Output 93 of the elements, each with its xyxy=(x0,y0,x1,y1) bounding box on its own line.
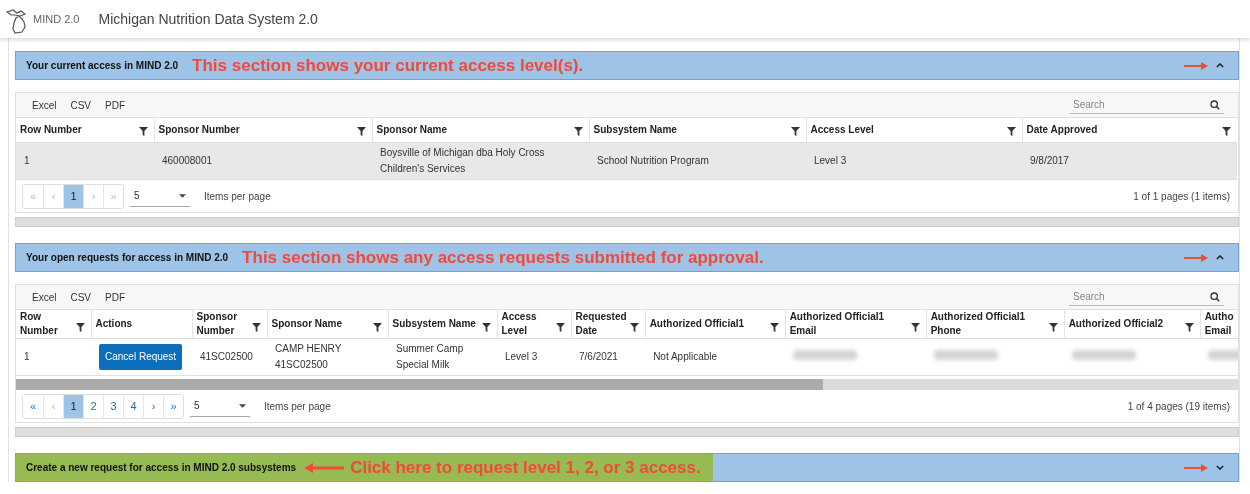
table-cell: 9/8/2017 xyxy=(1030,155,1069,166)
export-button[interactable]: Excel xyxy=(26,97,63,113)
column-header[interactable]: Sponsor Number xyxy=(154,118,372,143)
filter-icon[interactable] xyxy=(1006,127,1016,136)
search-icon xyxy=(1210,292,1220,302)
items-per-page-label: Items per page xyxy=(264,400,331,412)
column-header[interactable]: Authorized Official1 Email xyxy=(785,310,927,339)
table-cell: 1 xyxy=(24,351,30,362)
column-header[interactable]: Date Approved xyxy=(1022,118,1237,143)
page-size-dropdown[interactable]: 5 xyxy=(130,185,190,207)
column-header[interactable]: Sponsor Number xyxy=(192,310,267,339)
search-field[interactable]: Search xyxy=(1069,288,1224,306)
column-header[interactable]: Sponsor Name xyxy=(267,310,388,339)
filter-icon[interactable] xyxy=(910,323,920,332)
table-cell: 460008001 xyxy=(162,155,213,166)
cancel-request-button[interactable]: Cancel Request xyxy=(99,344,183,370)
right-arrow-icon xyxy=(1184,463,1208,472)
annotation-text: This section shows any access requests submitted for approval. xyxy=(242,247,764,268)
chevron-down-icon[interactable] xyxy=(1216,465,1224,470)
app-title: Michigan Nutrition Data System 2.0 xyxy=(98,11,318,27)
chevron-up-icon[interactable] xyxy=(1216,63,1224,68)
export-button[interactable]: Excel xyxy=(26,289,63,305)
annotation-text: This section shows your current access level(s). xyxy=(192,55,584,76)
panel-title: Create a new request for access in MIND 2.0 subsystems xyxy=(26,462,297,473)
filter-icon[interactable] xyxy=(1048,323,1058,332)
column-header[interactable]: Subsystem Name xyxy=(589,118,806,143)
export-button[interactable]: CSV xyxy=(64,289,97,305)
caret-icon xyxy=(239,403,246,408)
column-header[interactable]: Autho Email xyxy=(1200,310,1238,339)
filter-icon[interactable] xyxy=(555,323,565,332)
column-header[interactable]: Row Number xyxy=(16,310,91,339)
table-row[interactable]: 1 Cancel Request 41SC02500 CAMP HENRY 41SC02500 Summer Camp Special Milk Level 3 7/6/2021 Not Applicable xyxy=(16,338,1238,376)
filter-icon[interactable] xyxy=(573,127,583,136)
column-header[interactable]: Actions xyxy=(91,310,192,339)
filter-icon[interactable] xyxy=(138,127,148,136)
page-size-dropdown[interactable]: 5 xyxy=(190,395,250,417)
right-arrow-icon xyxy=(1184,253,1208,262)
export-button[interactable]: PDF xyxy=(99,289,131,305)
search-icon xyxy=(1210,100,1220,110)
pager-summary: 1 of 4 pages (19 items) xyxy=(1127,400,1230,412)
last-page-button[interactable]: » xyxy=(163,394,183,418)
left-arrow-icon xyxy=(304,462,345,473)
filter-icon[interactable] xyxy=(356,127,366,136)
table-cell: 1 xyxy=(24,155,30,166)
caret-icon xyxy=(179,193,186,198)
pager-summary: 1 of 1 pages (1 items) xyxy=(1133,190,1230,202)
table-row[interactable]: 1 460008001 Boysville of Michigan dba Holy Cross Children's Services School Nutrition Program Level 3 9/8/2017 xyxy=(16,142,1237,180)
table-cell: Not Applicable xyxy=(653,351,718,362)
right-arrow-icon xyxy=(1184,61,1208,70)
column-header[interactable]: Authorized Official2 xyxy=(1064,310,1201,339)
items-per-page-label: Items per page xyxy=(204,190,271,202)
column-header[interactable]: Authorized Official1 xyxy=(645,310,786,339)
panel-header[interactable]: Your open requests for access in MIND 2.0 This section shows any access requests submitted for approval. xyxy=(15,243,1239,272)
table-cell: CAMP HENRY 41SC02500 xyxy=(275,343,342,370)
redacted-text xyxy=(934,350,999,360)
table-cell: Level 3 xyxy=(505,351,538,362)
search-field[interactable]: Search xyxy=(1069,96,1224,114)
table-cell: Summer Camp Special Milk xyxy=(396,343,464,370)
filter-icon[interactable] xyxy=(1222,127,1231,136)
filter-icon[interactable] xyxy=(1184,323,1194,332)
filter-icon[interactable] xyxy=(251,323,261,332)
logo-text[interactable]: MIND 2.0 xyxy=(33,13,80,25)
filter-icon[interactable] xyxy=(629,323,639,332)
filter-icon[interactable] xyxy=(790,127,800,136)
column-header[interactable]: Row Number xyxy=(16,118,154,143)
chevron-up-icon[interactable] xyxy=(1216,255,1224,260)
annotation-text: Click here to request level 1, 2, or 3 access. xyxy=(350,457,701,478)
filter-icon[interactable] xyxy=(481,323,491,332)
filter-icon[interactable] xyxy=(769,323,779,332)
filter-icon[interactable] xyxy=(75,323,85,332)
panel-title: Your open requests for access in MIND 2.0 xyxy=(26,252,229,263)
table-cell: Boysville of Michigan dba Holy Cross Children's Services xyxy=(380,147,545,174)
table-cell: Level 3 xyxy=(814,155,847,166)
export-button[interactable]: CSV xyxy=(64,97,97,113)
panel-header[interactable]: Your current access in MIND 2.0 This section shows your current access level(s). xyxy=(15,51,1239,80)
redacted-text xyxy=(1072,350,1137,360)
page-button[interactable]: 1 xyxy=(63,184,83,208)
column-header[interactable]: Subsystem Name xyxy=(388,310,497,339)
column-header[interactable]: Access Level xyxy=(497,310,571,339)
column-header[interactable]: Requested Date xyxy=(571,310,646,339)
redacted-text xyxy=(793,350,858,360)
table-cell: School Nutrition Program xyxy=(597,155,709,166)
panel-header[interactable]: Create a new request for access in MIND 2.0 subsystems Click here to request level 1, 2, or 3 access. xyxy=(15,453,1239,482)
export-button[interactable]: PDF xyxy=(99,97,131,113)
column-header[interactable]: Sponsor Name xyxy=(372,118,589,143)
column-header[interactable]: Authorized Official1 Phone xyxy=(926,310,1065,339)
table-cell: 7/6/2021 xyxy=(579,351,618,362)
table-cell: 41SC02500 xyxy=(200,351,253,362)
page-button[interactable]: 1 xyxy=(63,394,83,418)
column-header[interactable]: Access Level xyxy=(806,118,1022,143)
filter-icon[interactable] xyxy=(372,323,382,332)
panel-title: Your current access in MIND 2.0 xyxy=(26,60,179,71)
horizontal-scrollbar[interactable] xyxy=(16,379,1238,390)
